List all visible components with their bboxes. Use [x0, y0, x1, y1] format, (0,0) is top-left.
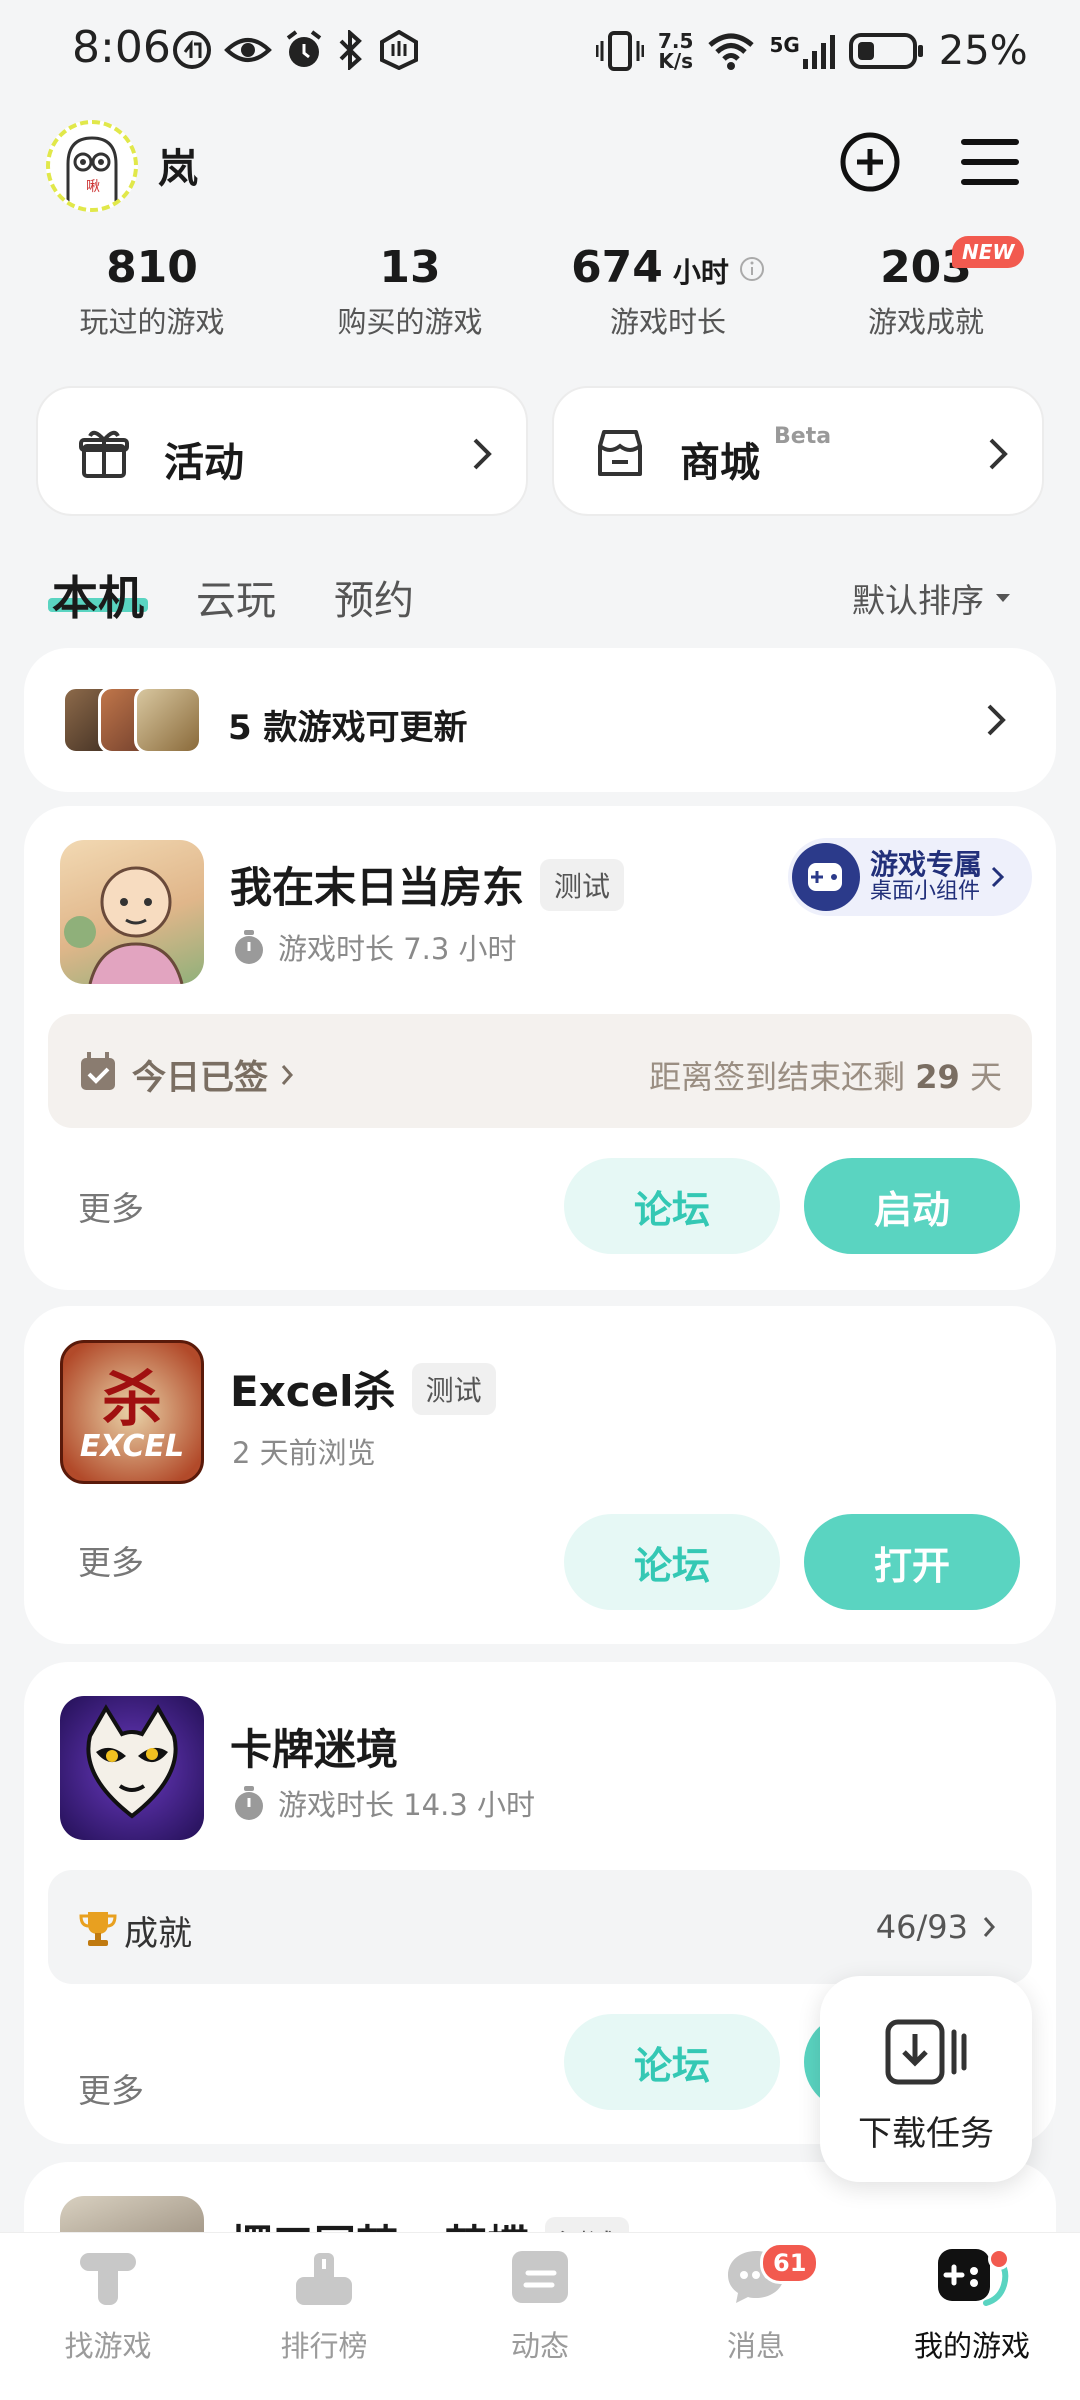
game-icon-excel[interactable]: 杀 EXCEL [60, 1340, 204, 1484]
sort-dropdown[interactable]: 默认排序 [852, 574, 1012, 622]
stat-played[interactable]: 810 玩过的游戏 [44, 242, 260, 341]
find-games-icon [80, 2253, 136, 2305]
battery-percent: 25% [938, 28, 1028, 74]
nav-my-games[interactable]: 我的游戏 [864, 2245, 1080, 2365]
menu-icon[interactable] [958, 130, 1022, 194]
checkin-bar[interactable]: 今日已签 距离签到结束还剩 29 天 [48, 1014, 1032, 1128]
rankings-icon [296, 2253, 352, 2305]
feed-icon [512, 2251, 568, 2303]
notification-icons [172, 30, 420, 70]
test-tag: 测试 [411, 1362, 496, 1415]
app-notification-icon [173, 31, 211, 69]
net-speed: 7.5 K/s [658, 29, 694, 73]
tab-local[interactable]: 本机 [52, 562, 144, 628]
open-button[interactable]: 打开 [804, 1514, 1020, 1610]
new-badge: NEW [952, 236, 1025, 268]
chevron-right-icon [989, 438, 1008, 470]
launch-button[interactable]: 启动 [804, 1158, 1020, 1254]
chevron-right-icon [983, 1917, 996, 1937]
cat-illustration [86, 1704, 178, 1819]
more-link[interactable]: 更多 [78, 1536, 144, 1584]
status-time: 8:06 [72, 22, 171, 73]
chevron-right-icon [991, 866, 1005, 888]
stopwatch-icon [235, 1786, 263, 1820]
stat-playtime[interactable]: 674 小时 游戏时长 [560, 242, 776, 341]
test-tag: 测试 [540, 858, 625, 911]
game-card-excel[interactable]: 杀 EXCEL Excel杀 测试 2 天前浏览 更多 论坛 打开 [24, 1306, 1056, 1644]
desktop-widget-badge[interactable]: 游戏专属 桌面小组件 [788, 838, 1032, 916]
tab-reserve[interactable]: 预约 [334, 568, 414, 626]
add-icon[interactable] [838, 130, 902, 194]
nav-messages[interactable]: 消息 [648, 2245, 864, 2365]
system-icons: 7.5 K/s 5G 25% [596, 28, 1028, 74]
wifi-icon [708, 33, 755, 70]
username[interactable]: 岚 [158, 136, 198, 194]
my-games-dot [988, 2248, 1010, 2270]
signal-5g: 5G [769, 33, 835, 69]
character-illustration [64, 866, 184, 984]
stat-purchased[interactable]: 13 购买的游戏 [302, 242, 518, 341]
more-link[interactable]: 更多 [78, 1182, 144, 1230]
game-icon-landlord[interactable] [60, 840, 204, 984]
chevron-right-icon [987, 704, 1006, 736]
eye-icon [224, 38, 272, 62]
avatar[interactable]: 啾 [46, 120, 138, 212]
download-icon [885, 2019, 967, 2085]
nav-rankings[interactable]: 排行榜 [216, 2245, 432, 2365]
forum-button[interactable]: 论坛 [564, 1158, 780, 1254]
alarm-icon [286, 30, 322, 67]
trophy-icon [79, 1912, 117, 1946]
checkin-remaining: 距离签到结束还剩 29 天 [649, 1058, 1002, 1096]
update-game-icons [62, 686, 202, 754]
nav-feed[interactable]: 动态 [432, 2245, 648, 2365]
status-bar: 8:06 7.5 K/s 5G 25% [0, 0, 1080, 100]
chevron-right-icon [281, 1064, 294, 1085]
update-banner[interactable]: 5 款游戏可更新 [24, 648, 1056, 792]
forum-button[interactable]: 论坛 [564, 2014, 780, 2110]
bluetooth-icon [339, 30, 362, 70]
gamepad-widget-icon [792, 843, 860, 911]
more-link[interactable]: 更多 [78, 2064, 144, 2112]
mall-card[interactable]: 商城 Beta [552, 386, 1044, 516]
calendar-check-icon [81, 1052, 115, 1090]
hand-icon [380, 30, 418, 70]
vibrate-icon [596, 31, 644, 71]
signal-icon [802, 35, 835, 69]
avatar-text: 啾 [86, 179, 100, 195]
download-task-button[interactable]: 下载任务 [820, 1976, 1032, 2182]
forum-button[interactable]: 论坛 [564, 1514, 780, 1610]
message-count-badge: 61 [760, 2242, 820, 2284]
tab-cloud[interactable]: 云玩 [196, 568, 276, 626]
gift-icon [79, 430, 129, 478]
chevron-right-icon [473, 438, 492, 470]
nav-find-games[interactable]: 找游戏 [0, 2245, 216, 2365]
update-icon-3 [134, 686, 202, 754]
shop-icon [598, 430, 642, 476]
battery-icon [848, 33, 923, 69]
game-card-landlord[interactable]: 我在末日当房东 测试 游戏时长 7.3 小时 游戏专属 桌面小组件 今日已签 距… [24, 806, 1056, 1290]
achievement-bar[interactable]: 成就 46/93 [48, 1870, 1032, 1984]
activity-card[interactable]: 活动 [36, 386, 528, 516]
caret-down-icon [996, 594, 1010, 602]
info-icon [739, 257, 764, 281]
game-icon-cards[interactable] [60, 1696, 204, 1840]
stopwatch-icon [235, 930, 263, 964]
